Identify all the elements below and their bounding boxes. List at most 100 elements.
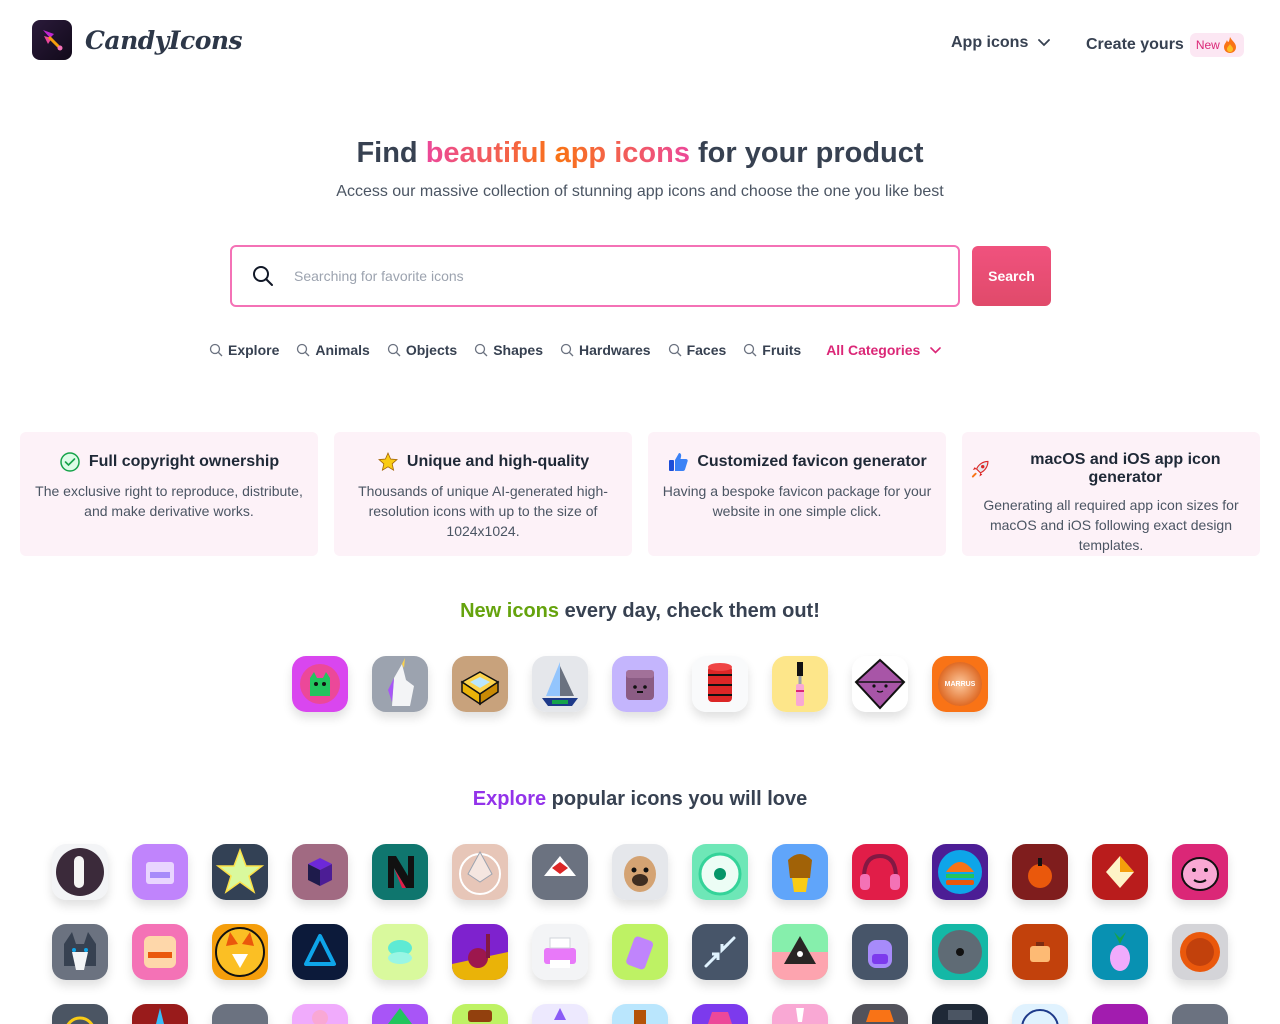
category-label: Faces xyxy=(686,342,727,358)
partial-icon[interactable] xyxy=(932,1004,988,1024)
all-categories-dropdown[interactable]: All Categories xyxy=(826,342,942,358)
compact-mirror-icon[interactable] xyxy=(372,924,428,980)
new-badge: New xyxy=(1189,33,1244,57)
category-label: Animals xyxy=(315,342,370,358)
unicorn-icon[interactable] xyxy=(372,656,428,712)
purple-gem-icon[interactable] xyxy=(852,656,908,712)
elephant-plant-icon[interactable] xyxy=(772,844,828,900)
category-objects[interactable]: Objects xyxy=(387,342,457,358)
new-icons-heading: New icons every day, check them out! xyxy=(0,600,1280,623)
nav-create-yours[interactable]: Create yours New xyxy=(1086,33,1244,57)
feature-desc: Thousands of unique AI-generated high-re… xyxy=(358,483,608,539)
explore-heading: Explore popular icons you will love xyxy=(0,788,1280,811)
gold-star-icon[interactable] xyxy=(212,844,268,900)
backpack-icon[interactable] xyxy=(852,924,908,980)
pyramid-icon[interactable] xyxy=(772,924,828,980)
search-icon xyxy=(744,343,757,357)
category-bar: Explore Animals Objects Shapes Hardwares… xyxy=(209,340,958,360)
category-faces[interactable]: Faces xyxy=(668,342,727,358)
feature-card-quality: Unique and high-quality Thousands of uni… xyxy=(334,432,632,556)
green-cat-icon[interactable] xyxy=(292,656,348,712)
finger-icon[interactable] xyxy=(52,844,108,900)
pineapple-icon[interactable] xyxy=(1092,924,1148,980)
star-icon xyxy=(377,451,398,472)
nav-app-icons[interactable]: App icons xyxy=(951,34,1051,52)
logo-icon[interactable] xyxy=(32,20,72,60)
green-disc-icon[interactable] xyxy=(692,844,748,900)
category-hardwares[interactable]: Hardwares xyxy=(560,342,651,358)
partial-icon[interactable] xyxy=(1012,1004,1068,1024)
new-badge-label: New xyxy=(1195,38,1220,52)
category-shapes[interactable]: Shapes xyxy=(474,342,543,358)
partial-icon[interactable] xyxy=(1092,1004,1148,1024)
headphones-icon[interactable] xyxy=(852,844,908,900)
red-gem-icon[interactable] xyxy=(1092,844,1148,900)
explore-rest: popular icons you will love xyxy=(546,788,808,810)
title-highlight: beautiful app icons xyxy=(425,137,690,169)
mascara-icon[interactable] xyxy=(772,656,828,712)
search-icon xyxy=(253,266,273,286)
feature-title: macOS and iOS app icon generator xyxy=(1030,451,1221,486)
orange-bomb-icon[interactable] xyxy=(1012,844,1068,900)
nav-app-icons-label: App icons xyxy=(951,34,1029,51)
partial-icon[interactable] xyxy=(612,1004,668,1024)
partial-icon[interactable] xyxy=(452,1004,508,1024)
blue-triangle-icon[interactable] xyxy=(292,924,348,980)
category-animals[interactable]: Animals xyxy=(296,342,370,358)
thumbs-up-icon xyxy=(669,453,688,471)
category-label: Hardwares xyxy=(579,342,651,358)
purple-cube-icon[interactable] xyxy=(292,844,348,900)
search-input[interactable] xyxy=(294,257,934,295)
category-label: Shapes xyxy=(493,342,543,358)
partial-icon[interactable] xyxy=(292,1004,348,1024)
partial-icon[interactable] xyxy=(772,1004,828,1024)
feature-title: Unique and high-quality xyxy=(406,453,590,470)
partial-icon[interactable] xyxy=(52,1004,108,1024)
letter-n-icon[interactable] xyxy=(372,844,428,900)
briefcase-icon[interactable] xyxy=(1012,924,1068,980)
purple-card-icon[interactable] xyxy=(132,844,188,900)
header: CandyIcons App icons Create yours New xyxy=(0,0,1280,90)
box-icon[interactable] xyxy=(452,656,508,712)
sailboat-icon[interactable] xyxy=(532,656,588,712)
red-cylinder-icon[interactable] xyxy=(692,656,748,712)
green-battery-icon[interactable] xyxy=(612,924,668,980)
feature-head: macOS and iOS app icon generator xyxy=(970,451,1252,487)
pug-icon[interactable] xyxy=(612,844,668,900)
feature-desc: The exclusive right to reproduce, distri… xyxy=(35,483,303,519)
feature-card-copyright: Full copyright ownership The exclusive r… xyxy=(20,432,318,556)
partial-icon[interactable] xyxy=(692,1004,748,1024)
explore-highlight: Explore xyxy=(472,788,547,810)
page-subtitle: Access our massive collection of stunnin… xyxy=(336,183,944,200)
red-shape-icon[interactable] xyxy=(532,844,588,900)
ethereum-icon[interactable] xyxy=(452,844,508,900)
purple-box-icon[interactable] xyxy=(612,656,668,712)
vacuum-icon[interactable] xyxy=(452,924,508,980)
feature-title: Full copyright ownership xyxy=(88,453,280,470)
partial-icon[interactable] xyxy=(372,1004,428,1024)
brand-name[interactable]: CandyIcons xyxy=(85,26,243,55)
category-fruits[interactable]: Fruits xyxy=(743,342,801,358)
cake-card-icon[interactable] xyxy=(132,924,188,980)
partial-icon[interactable] xyxy=(132,1004,188,1024)
partial-icon[interactable] xyxy=(532,1004,588,1024)
partial-icon[interactable] xyxy=(1172,1004,1228,1024)
all-categories-label: All Categories xyxy=(826,342,921,358)
rocket-icon xyxy=(971,460,989,478)
bulldog-icon[interactable] xyxy=(1172,844,1228,900)
search-icon xyxy=(560,343,574,357)
marrus-planet-icon[interactable]: MARRUS xyxy=(932,656,988,712)
marrus-label: MARRUS xyxy=(944,681,976,688)
burger-icon[interactable] xyxy=(932,844,988,900)
search-button[interactable]: Search xyxy=(972,246,1051,306)
printer-icon[interactable] xyxy=(532,924,588,980)
arrows-icon[interactable] xyxy=(692,924,748,980)
teal-disc-icon[interactable] xyxy=(932,924,988,980)
partial-icon[interactable] xyxy=(852,1004,908,1024)
husky-icon[interactable] xyxy=(52,924,108,980)
chevron-down-icon xyxy=(1038,39,1051,47)
orange-planet-icon[interactable] xyxy=(1172,924,1228,980)
partial-icon[interactable] xyxy=(212,1004,268,1024)
corgi-icon[interactable] xyxy=(212,924,268,980)
category-explore[interactable]: Explore xyxy=(209,342,279,358)
